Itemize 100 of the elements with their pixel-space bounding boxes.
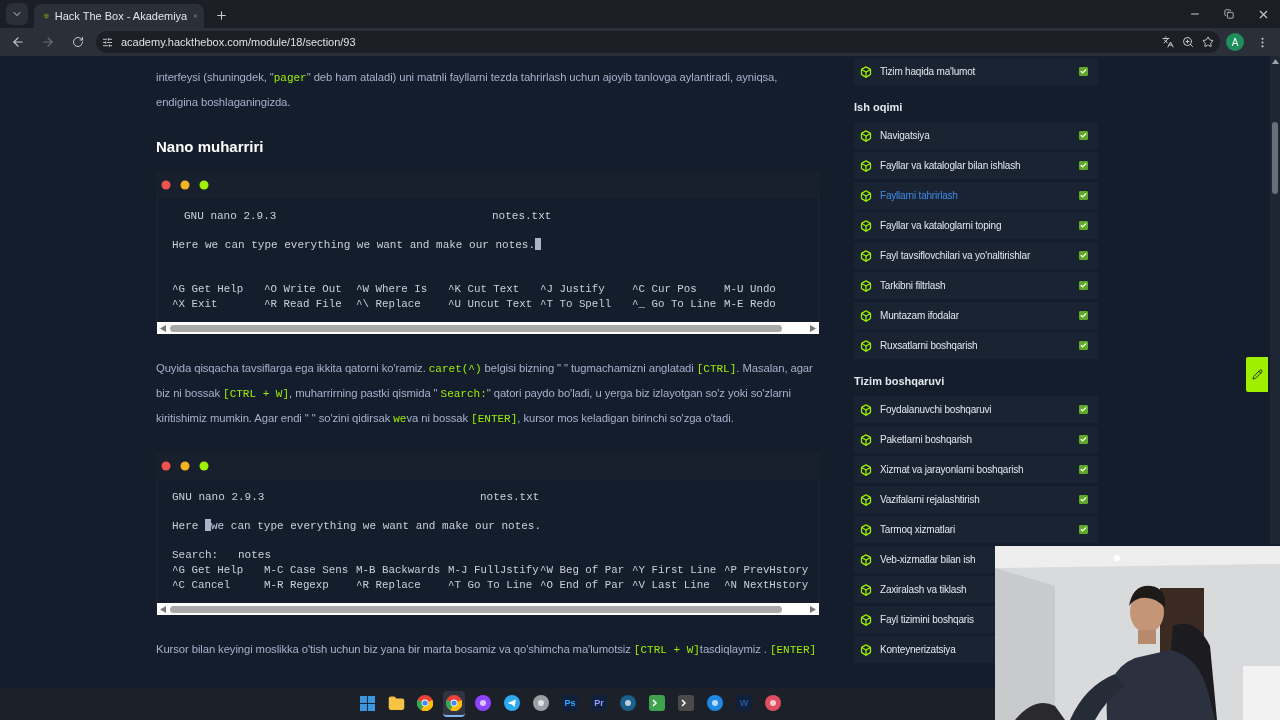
app-icon	[533, 695, 549, 711]
lesson-link[interactable]: Tizim haqida ma'lumot	[854, 58, 1098, 85]
file-name: notes.txt	[480, 490, 540, 505]
shortcut-label: M-R Regexp	[264, 578, 330, 593]
left-arrow-icon[interactable]	[160, 324, 166, 332]
cube-icon	[860, 433, 872, 446]
section-heading: Nano muharriri	[156, 137, 265, 157]
lesson-link[interactable]: Fayllar va kataloglarni toping	[854, 212, 1098, 239]
lesson-link[interactable]: Zaxiralash va tiklash	[854, 576, 995, 603]
lesson-link[interactable]: Konteynerizatsiya	[854, 636, 995, 663]
shortcut-label: ^K Cut Text	[448, 282, 521, 297]
restore-icon	[1224, 9, 1234, 19]
section-title: Ish oqimi	[854, 100, 904, 115]
editor-text: Here we can type everything we want and make our notes.	[172, 238, 536, 253]
app-icon	[678, 695, 694, 711]
shortcut-label: ^N NextHstory	[724, 578, 810, 593]
window-dots-icon	[161, 180, 209, 190]
address-field[interactable]: academy.hackthebox.com/module/18/section/93	[96, 31, 1220, 53]
vertical-scrollbar[interactable]	[1270, 56, 1280, 544]
shortcut-label: ^P PrevHstory	[724, 563, 810, 578]
shortcut-label: M-E Redo	[724, 297, 777, 312]
shortcut-label: ^R Replace	[356, 578, 422, 593]
shortcut-label: ^R Read File	[264, 297, 343, 312]
left-arrow-icon[interactable]	[160, 605, 166, 613]
lesson-link[interactable]: Ruxsatlarni boshqarish	[854, 332, 1098, 359]
lesson-link[interactable]: Tarmoq xizmatlari	[854, 516, 1098, 543]
up-arrow-icon[interactable]	[1271, 59, 1279, 64]
cube-icon	[860, 309, 872, 322]
taskbar-button[interactable]: Pr	[588, 691, 610, 717]
forward-arrow-icon	[41, 35, 55, 49]
taskbar-button[interactable]: Ps	[559, 691, 581, 717]
shortcut-label: ^\ Replace	[356, 297, 422, 312]
editor-title: GNU nano 2.9.3	[184, 209, 278, 224]
lesson-link[interactable]: Fayllarni tahrirlash	[854, 182, 1098, 209]
send-icon	[504, 695, 520, 711]
lesson-link[interactable]: Tarkibni filtrlash	[854, 272, 1098, 299]
paragraph: interfeysi (shuningdek, "pager" deb ham ataladi) uni matnli fayllarni tezda tahrirlash uchun ajoyib tanlovga aylantiradi, ayniqsa, endigina boshlaganingizda.	[156, 70, 779, 110]
editor-title: GNU nano 2.9.3	[172, 490, 266, 505]
cube-icon	[860, 553, 872, 566]
app-icon	[475, 695, 491, 711]
shortcut-label: ^U Uncut Text	[448, 297, 534, 312]
shortcut-label: ^G Get Help	[172, 282, 245, 297]
lesson-link[interactable]: Fayl tavsiflovchilari va yo'naltirishlar	[854, 242, 1098, 269]
plus-icon	[214, 8, 228, 22]
shortcut-label: ^T To Spell	[540, 297, 613, 312]
section-title: Tizim boshqaruvi	[854, 374, 946, 389]
editor-text: Here	[172, 519, 200, 534]
shortcut-label: ^W Where Is	[356, 282, 429, 297]
shortcut-label: ^W Beg of Par	[540, 563, 626, 578]
browser-icon	[417, 695, 433, 711]
bookmark-star-icon[interactable]	[1202, 36, 1214, 48]
cube-icon	[860, 339, 872, 352]
cube-icon	[860, 643, 872, 656]
right-arrow-icon[interactable]	[810, 324, 816, 332]
paragraph: Kursor bilan keyingi moslikka o'tish uchun biz yana bir marta bosamiz va qo'shimcha ma'lumotsiz [CTRL + W]tasdiqlaymiz . [ENTER]	[156, 642, 818, 658]
cube-icon	[860, 523, 872, 536]
shortcut-label: ^Y First Line	[632, 563, 718, 578]
cube-icon	[860, 463, 872, 476]
lesson-link[interactable]: Navigatsiya	[854, 122, 1098, 149]
cube-icon	[860, 65, 872, 78]
horizontal-scrollbar[interactable]	[157, 603, 819, 615]
file-name: notes.txt	[492, 209, 552, 224]
tab-list-button[interactable]	[6, 3, 28, 25]
site-settings-icon[interactable]	[102, 36, 113, 48]
shortcut-label: M-J FullJstify	[448, 563, 540, 578]
edit-button[interactable]	[1246, 357, 1268, 392]
shortcut-label: ^J Justify	[540, 282, 606, 297]
shortcut-label: M-C Case Sens	[264, 563, 350, 578]
lesson-link[interactable]: Fayllar va kataloglar bilan ishlash	[854, 152, 1098, 179]
lesson-link[interactable]: Foydalanuvchi boshqaruvi	[854, 396, 1098, 423]
cube-icon	[860, 249, 872, 262]
lesson-link[interactable]: Fayl tizimini boshqaris	[854, 606, 995, 633]
app-icon	[707, 695, 723, 711]
translate-icon[interactable]	[1162, 36, 1174, 48]
cube-icon	[860, 583, 872, 596]
reload-icon	[72, 36, 84, 48]
cube-icon	[860, 189, 872, 202]
zoom-icon[interactable]	[1182, 36, 1194, 48]
lesson-link[interactable]: Muntazam ifodalar	[854, 302, 1098, 329]
shortcut-label: ^_ Go To Line	[632, 297, 718, 312]
lesson-link[interactable]: Xizmat va jarayonlarni boshqarish	[854, 456, 1098, 483]
profile-avatar[interactable]: A	[1226, 33, 1244, 51]
shortcut-label: ^T Go To Line	[448, 578, 534, 593]
app-icon	[620, 695, 636, 711]
app-icon	[765, 695, 781, 711]
app-icon	[649, 695, 665, 711]
browser-tab[interactable]: Hack The Box - Akademiya	[34, 4, 204, 28]
browser-icon	[446, 695, 462, 711]
right-arrow-icon[interactable]	[810, 605, 816, 613]
cube-icon	[860, 279, 872, 292]
cube-icon	[860, 613, 872, 626]
lesson-link[interactable]: Veb-xizmatlar bilan ish	[854, 546, 995, 573]
search-prompt: Search: notes	[172, 548, 272, 563]
cube-icon	[44, 10, 49, 22]
taskbar-button[interactable]	[443, 691, 465, 717]
horizontal-scrollbar[interactable]	[157, 322, 819, 334]
pencil-icon	[1251, 369, 1263, 380]
shortcut-label: ^C Cur Pos	[632, 282, 698, 297]
lesson-link[interactable]: Vazifalarni rejalashtirish	[854, 486, 1098, 513]
lesson-link[interactable]: Paketlarni boshqarish	[854, 426, 1098, 453]
